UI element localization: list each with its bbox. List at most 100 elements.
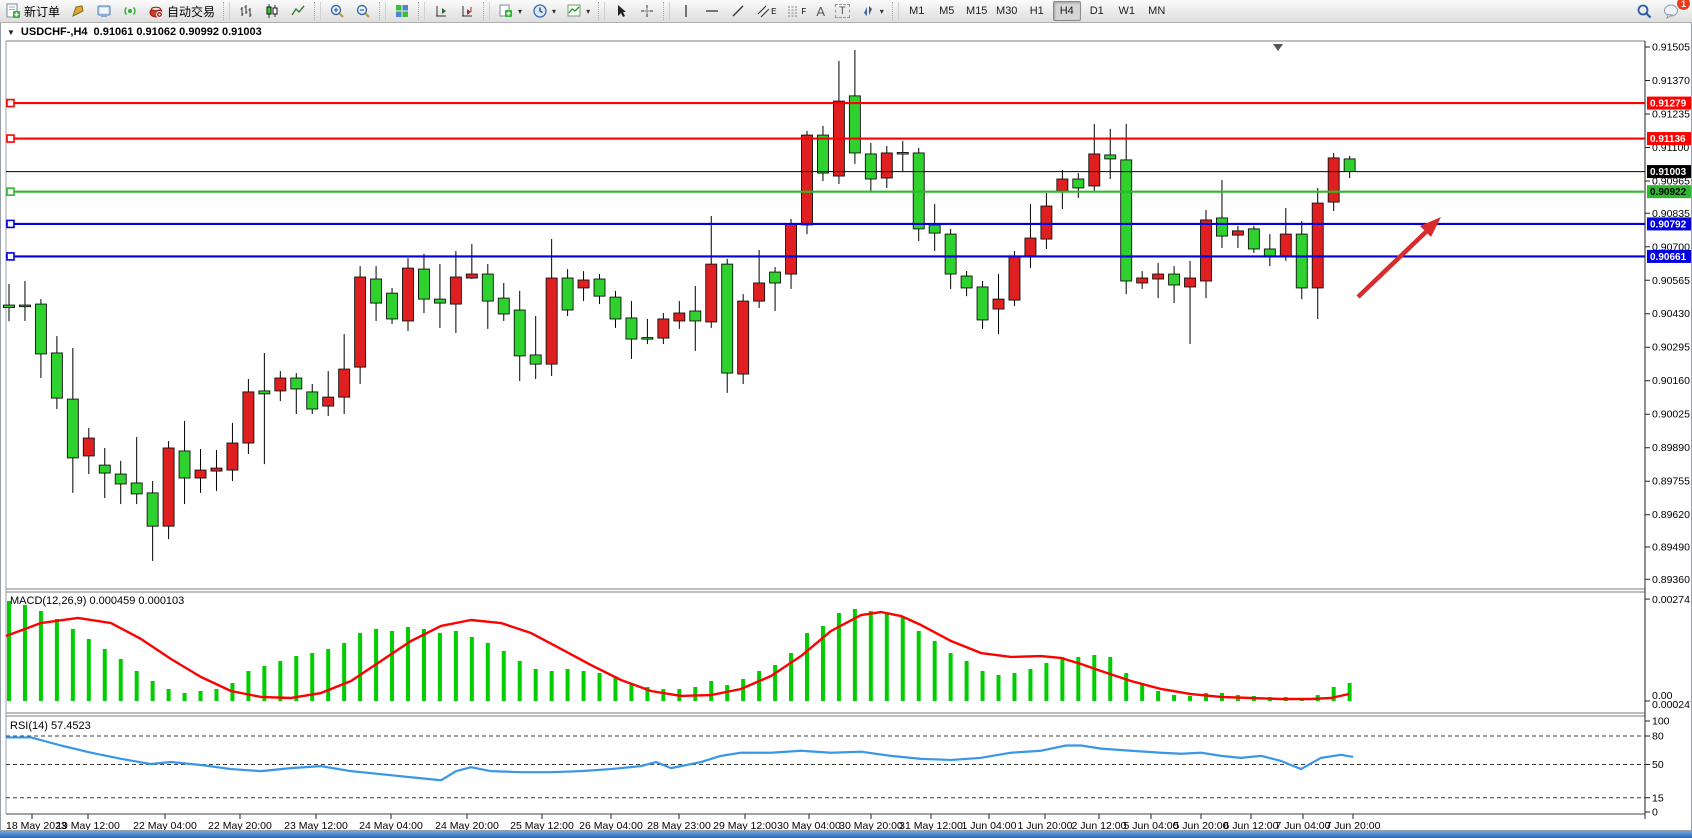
macd-histogram-bar xyxy=(390,631,394,701)
line-chart-button[interactable] xyxy=(286,0,310,22)
macd-histogram-bar xyxy=(278,661,282,701)
timeframe-button-M5[interactable]: M5 xyxy=(933,1,961,21)
candle-body xyxy=(466,274,477,278)
new-chart-button[interactable]: ▾ xyxy=(494,0,526,22)
cursor-tool-button[interactable] xyxy=(609,0,633,22)
candle-body xyxy=(1328,158,1339,202)
toolbar-separator xyxy=(314,2,321,20)
candle-body xyxy=(1185,278,1196,287)
candle-body xyxy=(578,280,589,288)
candle-body xyxy=(1280,234,1291,256)
auto-scroll-button[interactable] xyxy=(429,0,453,22)
trend-arrow[interactable] xyxy=(1358,228,1430,297)
candle-body xyxy=(690,311,701,321)
label-tool-button[interactable]: T xyxy=(831,0,854,22)
candle-body xyxy=(67,399,78,458)
chart-window[interactable]: ▼ USDCHF-,H4 0.91061 0.91062 0.90992 0.9… xyxy=(0,22,1692,831)
styler-button[interactable] xyxy=(66,0,90,22)
hline-anchor[interactable] xyxy=(7,253,14,260)
time-axis-label: 31 May 12:00 xyxy=(899,820,963,830)
macd-histogram-bar xyxy=(1108,657,1112,701)
macd-histogram-bar xyxy=(151,681,155,701)
candle-body xyxy=(929,225,940,233)
candle-body xyxy=(179,451,190,478)
autotrade-button[interactable]: 自动交易 xyxy=(144,0,219,22)
candle-body xyxy=(658,319,669,338)
chart-title: ▼ USDCHF-,H4 0.91061 0.91062 0.90992 0.9… xyxy=(7,26,262,38)
macd-histogram-bar xyxy=(853,609,857,701)
timeframe-button-W1[interactable]: W1 xyxy=(1113,1,1141,21)
chart-collapse-arrow-icon[interactable]: ▼ xyxy=(7,28,15,37)
arrows-tool-icon xyxy=(860,3,876,19)
market-watch-button[interactable] xyxy=(92,0,116,22)
notifications-button[interactable]: 1 xyxy=(1659,0,1685,22)
signal-button[interactable] xyxy=(118,0,142,22)
rsi-axis-label: 80 xyxy=(1652,731,1664,743)
macd-histogram-bar xyxy=(518,661,522,701)
new-order-button[interactable]: 新订单 xyxy=(1,0,64,22)
text-tool-button[interactable]: A xyxy=(812,0,829,22)
channel-tool-button[interactable]: E xyxy=(752,0,780,22)
indicators-button[interactable]: ▾ xyxy=(562,0,594,22)
timeframe-button-D1[interactable]: D1 xyxy=(1083,1,1111,21)
price-tick-label: 0.89490 xyxy=(1652,542,1690,554)
period-button[interactable]: ▾ xyxy=(528,0,560,22)
macd-histogram-bar xyxy=(342,643,346,701)
candle-body xyxy=(881,153,892,178)
bar-chart-button[interactable] xyxy=(234,0,258,22)
hline-anchor[interactable] xyxy=(7,188,14,195)
zoom-in-button[interactable] xyxy=(325,0,349,22)
candle-body xyxy=(51,353,62,398)
trendline-tool-button[interactable] xyxy=(726,0,750,22)
dropdown-arrow-icon: ▾ xyxy=(518,7,522,16)
candle-body xyxy=(1312,203,1323,288)
candle-body xyxy=(817,135,828,173)
macd-histogram-bar xyxy=(1060,657,1064,701)
candle-body xyxy=(1121,160,1132,281)
rsi-axis-label: 15 xyxy=(1652,792,1664,804)
timeframe-button-MN[interactable]: MN xyxy=(1143,1,1171,21)
crosshair-tool-button[interactable] xyxy=(635,0,659,22)
hline-anchor[interactable] xyxy=(7,100,14,107)
time-axis-label: 7 Jun 20:00 xyxy=(1326,820,1381,830)
search-button[interactable] xyxy=(1632,0,1657,22)
new-order-label: 新订单 xyxy=(24,3,60,20)
timeframe-button-H1[interactable]: H1 xyxy=(1023,1,1051,21)
toolbar-separator xyxy=(663,2,670,20)
candle-body xyxy=(1089,154,1100,186)
macd-histogram-bar xyxy=(1012,673,1016,701)
auto-scroll-icon xyxy=(433,3,449,19)
macd-histogram-bar xyxy=(901,617,905,701)
vline-tool-button[interactable] xyxy=(674,0,698,22)
macd-histogram-bar xyxy=(582,671,586,701)
chart-quotes: 0.91061 0.91062 0.90992 0.91003 xyxy=(94,26,262,38)
hline-tool-button[interactable] xyxy=(700,0,724,22)
candle-body xyxy=(674,313,685,321)
chart-shift-marker[interactable] xyxy=(1273,44,1283,51)
candle-body xyxy=(211,468,222,471)
timeframe-button-M1[interactable]: M1 xyxy=(903,1,931,21)
candle-body xyxy=(977,287,988,320)
candle-body xyxy=(961,276,972,288)
hline-anchor[interactable] xyxy=(7,135,14,142)
macd-histogram-bar xyxy=(566,669,570,701)
time-axis-label: 26 May 04:00 xyxy=(579,820,643,830)
candle-chart-button[interactable] xyxy=(260,0,284,22)
hline-anchor[interactable] xyxy=(7,220,14,227)
macd-histogram-bar xyxy=(1140,683,1144,701)
timeframe-button-M30[interactable]: M30 xyxy=(993,1,1021,21)
candle-body xyxy=(802,135,813,225)
time-axis-label: 23 May 12:00 xyxy=(284,820,348,830)
macd-histogram-bar xyxy=(1172,695,1176,701)
timeframe-button-H4[interactable]: H4 xyxy=(1053,1,1081,21)
zoom-out-button[interactable] xyxy=(351,0,375,22)
chart-shift-button[interactable] xyxy=(455,0,479,22)
tile-windows-button[interactable] xyxy=(390,0,414,22)
candle-body xyxy=(450,277,461,304)
arrows-tool-button[interactable]: ▾ xyxy=(856,0,888,22)
chart-canvas[interactable]: 0.915050.913700.912350.911000.909650.908… xyxy=(1,23,1691,830)
timeframe-button-M15[interactable]: M15 xyxy=(963,1,991,21)
fibonacci-tool-button[interactable]: F xyxy=(782,0,810,22)
macd-histogram-bar xyxy=(949,653,953,701)
notification-badge: 1 xyxy=(1676,0,1691,11)
